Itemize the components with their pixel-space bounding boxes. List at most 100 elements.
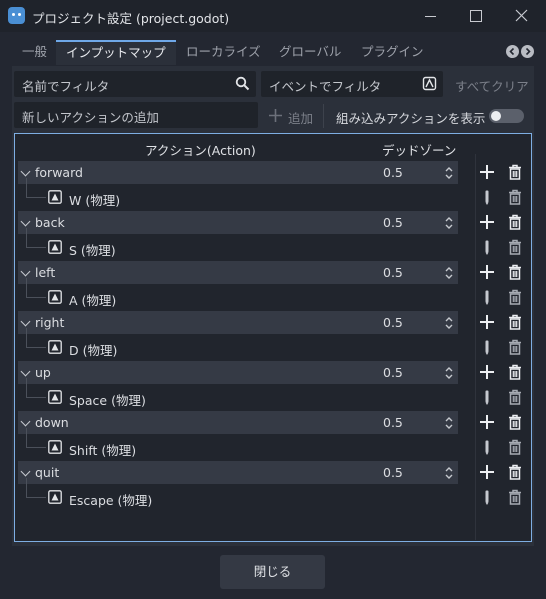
event-row[interactable]: W (物理) (18, 178, 458, 209)
deadzone-value[interactable]: 0.5 (383, 165, 403, 180)
chevron-down-icon[interactable] (20, 266, 31, 277)
edit-event-button[interactable] (478, 488, 496, 506)
edit-icon (485, 290, 489, 305)
action-name: down (35, 415, 69, 430)
action-row-forward[interactable]: forward 0.5 (18, 161, 458, 184)
add-event-button[interactable] (478, 263, 496, 281)
remove-action-button[interactable] (506, 313, 524, 331)
chevron-down-icon[interactable] (20, 416, 31, 427)
add-event-button[interactable] (478, 313, 496, 331)
event-row[interactable]: Space (物理) (18, 378, 458, 409)
deadzone-value[interactable]: 0.5 (383, 415, 403, 430)
remove-event-button[interactable] (506, 288, 524, 306)
add-event-button[interactable] (478, 463, 496, 481)
trash-icon (509, 289, 521, 305)
action-row-back[interactable]: back 0.5 (18, 211, 458, 234)
remove-action-button[interactable] (506, 363, 524, 381)
chevron-down-icon[interactable] (20, 216, 31, 227)
tab-scroll-right-button[interactable] (521, 45, 534, 58)
event-listen-icon[interactable] (422, 76, 437, 91)
remove-action-button[interactable] (506, 263, 524, 281)
remove-event-button[interactable] (506, 388, 524, 406)
key-icon (48, 340, 62, 357)
deadzone-spinner-icon[interactable] (444, 165, 454, 184)
deadzone-value[interactable]: 0.5 (383, 265, 403, 280)
edit-icon (485, 340, 489, 355)
remove-action-button[interactable] (506, 213, 524, 231)
deadzone-spinner-icon[interactable] (444, 365, 454, 384)
event-row[interactable]: S (物理) (18, 228, 458, 259)
action-row-right[interactable]: right 0.5 (18, 311, 458, 334)
tab-input-map[interactable]: インプットマップ (56, 40, 176, 65)
plus-icon (480, 215, 494, 229)
remove-event-button[interactable] (506, 188, 524, 206)
remove-event-button[interactable] (506, 488, 524, 506)
remove-action-button[interactable] (506, 463, 524, 481)
edit-event-button[interactable] (478, 188, 496, 206)
action-row-down[interactable]: down 0.5 (18, 411, 458, 434)
plus-icon (480, 315, 494, 329)
edit-event-button[interactable] (478, 438, 496, 456)
add-action-button[interactable]: 追加 (288, 108, 313, 127)
close-icon (515, 9, 528, 22)
edit-event-button[interactable] (478, 288, 496, 306)
deadzone-spinner-icon[interactable] (444, 465, 454, 484)
event-name: A (物理) (69, 293, 117, 308)
new-action-input[interactable]: 新しいアクションの追加 (14, 102, 258, 128)
event-row[interactable]: A (物理) (18, 278, 458, 309)
chevron-down-icon[interactable] (20, 166, 31, 177)
event-row[interactable]: Shift (物理) (18, 428, 458, 459)
remove-event-button[interactable] (506, 238, 524, 256)
show-builtin-toggle[interactable] (489, 109, 524, 123)
close-window-button[interactable] (510, 4, 534, 28)
name-filter-input[interactable]: 名前でフィルタ (14, 71, 256, 97)
action-name: back (35, 215, 65, 230)
deadzone-spinner-icon[interactable] (444, 315, 454, 334)
deadzone-spinner-icon[interactable] (444, 215, 454, 234)
add-event-button[interactable] (478, 213, 496, 231)
chevron-down-icon[interactable] (20, 366, 31, 377)
edit-event-button[interactable] (478, 338, 496, 356)
edit-event-button[interactable] (478, 238, 496, 256)
tree-line (26, 247, 46, 248)
tab-scroll-left-button[interactable] (506, 45, 519, 58)
deadzone-value[interactable]: 0.5 (383, 465, 403, 480)
clear-all-button[interactable]: すべてクリア (455, 76, 529, 95)
tree-line (26, 428, 27, 448)
action-row-up[interactable]: up 0.5 (18, 361, 458, 384)
chevron-down-icon[interactable] (20, 316, 31, 327)
tab-general[interactable]: 一般 (12, 40, 57, 65)
tab-localization[interactable]: ローカライズ (176, 40, 271, 65)
trash-icon (509, 339, 521, 355)
maximize-button[interactable] (464, 4, 488, 28)
action-row-quit[interactable]: quit 0.5 (18, 461, 458, 484)
remove-event-button[interactable] (506, 438, 524, 456)
event-row[interactable]: Escape (物理) (18, 478, 458, 509)
chevron-down-icon[interactable] (20, 466, 31, 477)
event-name: D (物理) (69, 343, 118, 358)
event-name: Shift (物理) (69, 443, 137, 458)
event-filter-input[interactable]: イベントでフィルタ (261, 71, 443, 97)
action-row-left[interactable]: left 0.5 (18, 261, 458, 284)
tab-plugins[interactable]: プラグイン (351, 40, 434, 65)
remove-event-button[interactable] (506, 338, 524, 356)
remove-action-button[interactable] (506, 163, 524, 181)
add-event-button[interactable] (478, 413, 496, 431)
action-name: quit (35, 465, 60, 480)
plus-icon (480, 265, 494, 279)
deadzone-spinner-icon[interactable] (444, 415, 454, 434)
deadzone-value[interactable]: 0.5 (383, 365, 403, 380)
remove-action-button[interactable] (506, 413, 524, 431)
deadzone-spinner-icon[interactable] (444, 265, 454, 284)
edit-event-button[interactable] (478, 388, 496, 406)
close-button[interactable]: 閉じる (220, 555, 325, 589)
minimize-button[interactable] (419, 4, 443, 28)
deadzone-value[interactable]: 0.5 (383, 215, 403, 230)
add-event-button[interactable] (478, 363, 496, 381)
add-event-button[interactable] (478, 163, 496, 181)
title-bar: プロジェクト設定 (project.godot) (0, 0, 546, 32)
event-row[interactable]: D (物理) (18, 328, 458, 359)
deadzone-value[interactable]: 0.5 (383, 315, 403, 330)
tab-globals[interactable]: グローバル (269, 40, 351, 65)
plus-icon (480, 465, 494, 479)
